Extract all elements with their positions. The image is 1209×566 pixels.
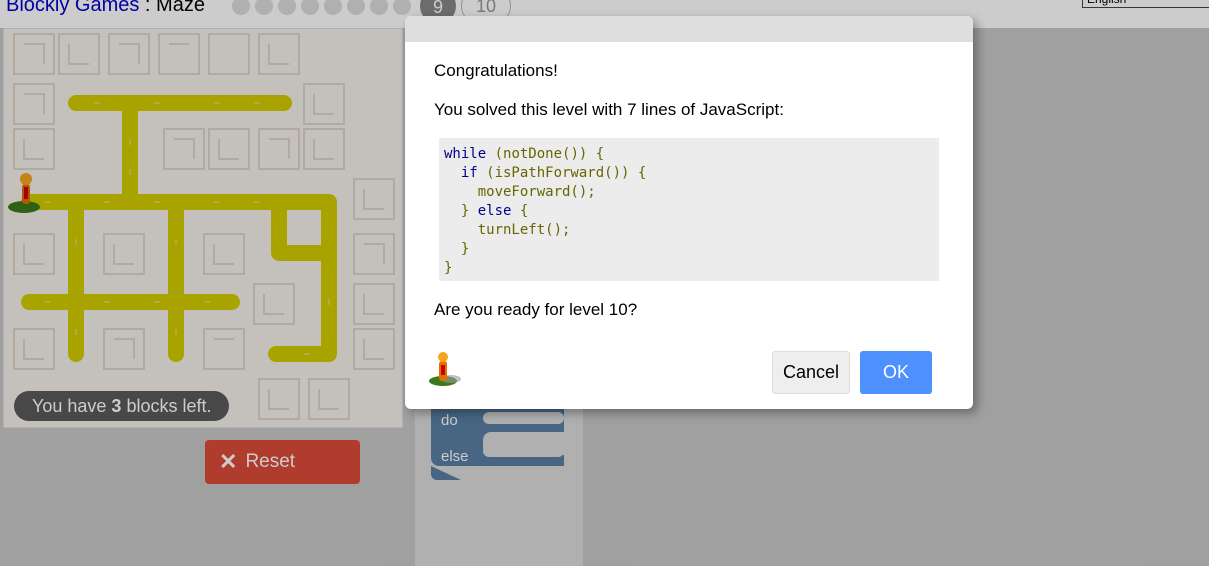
code-line-7: } (444, 260, 453, 276)
pegman-icon (429, 352, 461, 386)
code-line-3: moveForward(); (477, 184, 596, 200)
dialog-title-bar[interactable] (405, 16, 973, 42)
code-line-2: if (isPathForward()) { (460, 165, 647, 181)
ok-button[interactable]: OK (860, 351, 932, 394)
code-display: while (notDone()) { if (isPathForward())… (439, 138, 939, 281)
next-level-prompt: Are you ready for level 10? (434, 300, 638, 319)
code-line-5: turnLeft(); (477, 222, 571, 238)
congratulations-dialog: Congratulations! You solved this level w… (405, 16, 973, 409)
code-line-6: } (460, 241, 470, 257)
congrats-heading: Congratulations! (434, 61, 558, 80)
code-line-4: } else { (460, 203, 529, 219)
lines-message: You solved this level with 7 lines of Ja… (434, 100, 784, 119)
cancel-button[interactable]: Cancel (772, 351, 850, 394)
code-line-1: while (notDone()) { (444, 146, 605, 162)
